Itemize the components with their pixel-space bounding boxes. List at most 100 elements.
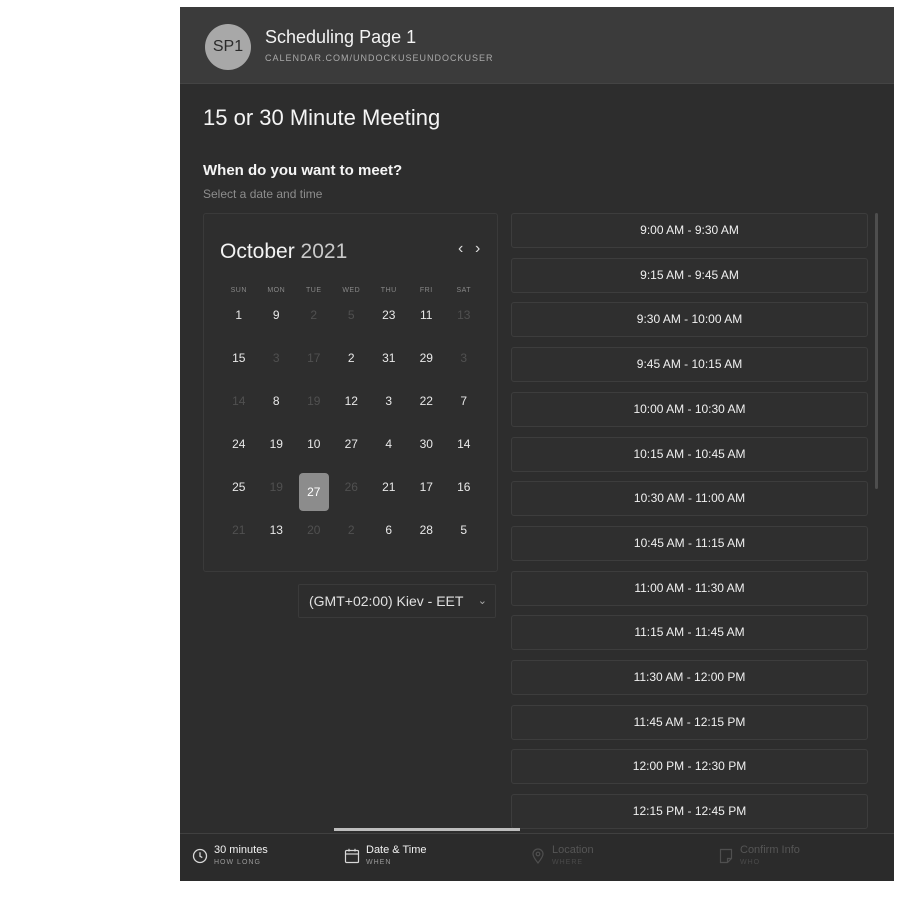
time-slot-button[interactable]: 12:00 PM - 12:30 PM xyxy=(511,749,868,785)
calendar-day-number: 12 xyxy=(344,394,358,408)
scheduling-app: SP1 Scheduling Page 1 CALENDAR.COM/UNDOC… xyxy=(180,7,894,881)
chevron-right-icon[interactable]: › xyxy=(475,240,480,258)
calendar-day: 19 xyxy=(295,387,333,430)
calendar-day[interactable]: 31 xyxy=(370,344,408,387)
calendar-day-number: 22 xyxy=(419,394,433,408)
step-sublabel: HOW LONG xyxy=(214,859,261,866)
time-slot-button[interactable]: 9:15 AM - 9:45 AM xyxy=(511,257,868,293)
calendar-day-number: 16 xyxy=(457,480,471,494)
calendar-day[interactable]: 30 xyxy=(408,430,446,473)
calendar-day[interactable]: 5 xyxy=(445,516,483,559)
time-slot-button[interactable]: 11:00 AM - 11:30 AM xyxy=(511,570,868,606)
calendar-day-number: 8 xyxy=(272,394,280,408)
calendar-day[interactable]: 14 xyxy=(445,430,483,473)
time-slot-button[interactable]: 10:30 AM - 11:00 AM xyxy=(511,481,868,517)
chevron-left-icon[interactable]: ‹ xyxy=(458,240,463,258)
calendar-day[interactable]: 19 xyxy=(258,430,296,473)
calendar-day[interactable]: 28 xyxy=(408,516,446,559)
calendar-day-number: 27 xyxy=(298,473,329,511)
step-sublabel: WHEN xyxy=(366,859,392,866)
calendar-day-number: 11 xyxy=(420,308,433,322)
calendar-day-number: 20 xyxy=(307,523,321,537)
calendar-day: 3 xyxy=(445,344,483,387)
calendar-day: 5 xyxy=(333,301,371,344)
calendar-day[interactable]: 10 xyxy=(295,430,333,473)
timezone-select[interactable]: (GMT+02:00) Kiev - EET ⌄ xyxy=(298,584,496,618)
calendar-day[interactable]: 2 xyxy=(333,344,371,387)
calendar-day-number: 13 xyxy=(269,523,283,537)
calendar-day[interactable]: 6 xyxy=(370,516,408,559)
calendar-day[interactable]: 25 xyxy=(220,473,258,516)
calendar-day[interactable]: 7 xyxy=(445,387,483,430)
month-label: October xyxy=(220,240,295,263)
calendar-day-number: 19 xyxy=(269,437,283,451)
timezone-value: (GMT+02:00) Kiev - EET xyxy=(309,593,464,609)
document-icon xyxy=(719,848,733,864)
time-slot-button[interactable]: 9:45 AM - 10:15 AM xyxy=(511,347,868,383)
weekday-header: SUN xyxy=(230,287,247,294)
time-slot-button[interactable]: 10:15 AM - 10:45 AM xyxy=(511,436,868,472)
calendar-day[interactable]: 17 xyxy=(408,473,446,516)
calendar-day[interactable]: 3 xyxy=(370,387,408,430)
time-slot-button[interactable]: 12:15 PM - 12:45 PM xyxy=(511,794,868,830)
calendar-day-number: 14 xyxy=(457,437,471,451)
calendar-day-number: 26 xyxy=(344,480,358,494)
calendar-day[interactable]: 27 xyxy=(333,430,371,473)
chevron-down-icon: ⌄ xyxy=(477,595,487,607)
calendar-day-number: 31 xyxy=(382,351,396,365)
calendar-day[interactable]: 24 xyxy=(220,430,258,473)
time-slot-scrollbar[interactable] xyxy=(875,213,878,489)
calendar-day-number: 10 xyxy=(307,437,321,451)
step-sublabel: WHO xyxy=(740,859,761,866)
calendar-day: 19 xyxy=(258,473,296,516)
scheduling-page-url: CALENDAR.COM/UNDOCKUSEUNDOCKUSER xyxy=(265,53,494,63)
calendar-day[interactable]: 4 xyxy=(370,430,408,473)
calendar-day[interactable]: 29 xyxy=(408,344,446,387)
calendar-day[interactable]: 21 xyxy=(370,473,408,516)
calendar-day-number: 6 xyxy=(385,523,393,537)
time-slot-button[interactable]: 10:45 AM - 11:15 AM xyxy=(511,525,868,561)
calendar-day[interactable]: 22 xyxy=(408,387,446,430)
calendar-day-number: 25 xyxy=(232,480,246,494)
weekday-header: FRI xyxy=(419,287,433,294)
time-slot-button[interactable]: 11:30 AM - 12:00 PM xyxy=(511,660,868,695)
calendar-day-number: 14 xyxy=(232,394,246,408)
calendar-day-number: 4 xyxy=(385,437,393,451)
time-slot-button[interactable]: 11:45 AM - 12:15 PM xyxy=(511,704,868,740)
calendar-day-number: 13 xyxy=(457,308,471,322)
calendar-grid: SUN MON TUE WED THU FRI SAT 1 9 2 5 23 11 13 15 3 17 2 31 2… xyxy=(220,287,482,559)
location-pin-icon xyxy=(532,848,544,864)
calendar-day-number: 30 xyxy=(419,437,433,451)
calendar-day: 2 xyxy=(333,516,371,559)
time-slot-button[interactable]: 9:00 AM - 9:30 AM xyxy=(511,213,868,248)
calendar-day[interactable]: 23 xyxy=(370,301,408,344)
calendar-day[interactable]: 9 xyxy=(258,301,296,344)
time-slot-button[interactable]: 11:15 AM - 11:45 AM xyxy=(511,615,868,651)
calendar-day-number: 19 xyxy=(307,394,321,408)
time-slot-button[interactable]: 10:00 AM - 10:30 AM xyxy=(511,391,868,427)
page-header: SP1 Scheduling Page 1 CALENDAR.COM/UNDOC… xyxy=(180,7,894,84)
time-slot-button[interactable]: 9:30 AM - 10:00 AM xyxy=(511,302,868,338)
calendar-day-number: 17 xyxy=(307,351,321,365)
date-picker-calendar: October 2021 ‹ › SUN MON TUE WED THU FRI SAT 1 9… xyxy=(203,213,498,572)
weekday-header: SAT xyxy=(456,287,472,294)
calendar-day-number: 2 xyxy=(310,308,318,322)
step-sublabel: WHERE xyxy=(552,859,584,866)
calendar-day-number: 5 xyxy=(460,523,468,537)
step-label: Date & Time xyxy=(366,844,427,856)
calendar-day-number: 3 xyxy=(272,351,280,365)
calendar-day[interactable]: 1 xyxy=(220,301,258,344)
step-label: Location xyxy=(552,844,594,856)
calendar-day: 20 xyxy=(295,516,333,559)
calendar-day[interactable]: 15 xyxy=(220,344,258,387)
calendar-day: 2 xyxy=(295,301,333,344)
calendar-day[interactable]: 13 xyxy=(258,516,296,559)
calendar-day[interactable]: 12 xyxy=(333,387,371,430)
calendar-day[interactable]: 8 xyxy=(258,387,296,430)
calendar-day[interactable]: 16 xyxy=(445,473,483,516)
calendar-day-number: 28 xyxy=(419,523,433,537)
weekday-header: MON xyxy=(267,287,286,294)
calendar-day-number: 21 xyxy=(382,480,396,494)
calendar-day[interactable]: 11 xyxy=(408,301,446,344)
calendar-day-selected[interactable]: 27 xyxy=(295,473,333,516)
